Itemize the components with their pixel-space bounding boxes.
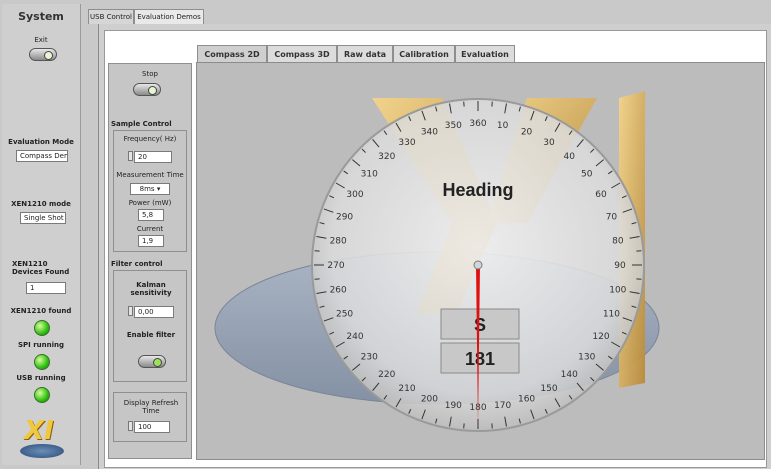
display-refresh-label: Display Refresh Time [123, 399, 179, 415]
tab-compass-2d[interactable]: Compass 2D [197, 45, 267, 62]
xen-found-led [34, 320, 50, 336]
display-refresh-input[interactable]: 100 [134, 421, 170, 433]
dial-number: 130 [578, 352, 595, 362]
dial-number: 330 [398, 138, 415, 148]
enable-filter-toggle[interactable] [138, 355, 166, 368]
dial-number: 250 [336, 310, 353, 320]
filter-control-group: Kalman sensitivity 0,00 Enable filter [113, 270, 187, 382]
kalman-sensitivity-input[interactable]: 0,00 [134, 306, 174, 318]
display-refresh-stepper[interactable] [128, 421, 133, 431]
evaluation-mode-label: Evaluation Mode [8, 138, 74, 146]
dial-number: 260 [330, 286, 347, 296]
dial-number: 270 [327, 261, 344, 271]
dial-number: 60 [595, 190, 607, 200]
devices-found-label: XEN1210 Devices Found [12, 260, 70, 276]
heading-title: Heading [442, 180, 513, 200]
dial-number: 10 [497, 121, 509, 131]
dial-number: 100 [609, 286, 626, 296]
dial-number: 170 [494, 401, 511, 411]
dial-number: 230 [361, 352, 378, 362]
display-refresh-group: Display Refresh Time 100 [113, 392, 187, 442]
tab-usb-control[interactable]: USB Control [88, 9, 134, 24]
stop-label: Stop [142, 70, 158, 78]
usb-running-label: USB running [16, 374, 66, 382]
measurement-time-value: 8ms [139, 185, 155, 193]
dial-number: 150 [540, 384, 557, 394]
tab-calibration[interactable]: Calibration [393, 45, 455, 62]
toggle-knob [148, 86, 157, 95]
devices-found-field: 1 [26, 282, 66, 294]
exit-button[interactable] [29, 48, 57, 61]
system-panel: System Exit Evaluation Mode Compass Demo… [2, 4, 81, 465]
stop-button[interactable] [133, 83, 161, 96]
dial-number: 320 [378, 152, 395, 162]
dial-number: 140 [561, 370, 578, 380]
power-field: 5,8 [138, 209, 164, 221]
compass-scene: 360 10 20 30 40 5060 70 80 90 100 110 120 130140 150 1… [214, 91, 660, 432]
dial-number: 210 [398, 384, 415, 394]
measurement-time-select[interactable]: 8ms ▾ [130, 183, 170, 195]
frequency-label: Frequency( Hz) [123, 135, 177, 143]
spi-running-led [34, 354, 50, 370]
chevron-down-icon: ▾ [156, 185, 161, 193]
dial-number: 90 [614, 261, 626, 271]
compass-display: 360 10 20 30 40 50 60 70 80 90 100 110 120 130 140 150 1… [196, 62, 765, 460]
dial-number: 200 [421, 394, 438, 404]
evaluation-mode-field[interactable]: Compass Demo [16, 150, 68, 162]
dial-number: 80 [612, 236, 624, 246]
tab-evaluation-demos[interactable]: Evaluation Demos [134, 9, 204, 24]
power-label: Power (mW) [128, 199, 172, 207]
frequency-stepper[interactable] [128, 151, 133, 161]
dial-number: 240 [346, 332, 363, 342]
dial-number: 350 [445, 121, 462, 131]
dial-number: 40 [564, 152, 576, 162]
xi-logo: XI [24, 416, 54, 446]
xen-found-label: XEN1210 found [10, 307, 72, 315]
sample-control-group: Frequency( Hz) 20 Measurement Time 8ms ▾… [113, 130, 187, 252]
dial-number: 30 [543, 138, 555, 148]
dial-number: 20 [521, 128, 533, 138]
dial-number: 50 [581, 170, 593, 180]
kalman-stepper[interactable] [128, 306, 133, 316]
dial-number: 280 [330, 236, 347, 246]
measurement-time-label: Measurement Time [116, 171, 184, 179]
dial-number: 340 [421, 128, 438, 138]
exit-label: Exit [34, 36, 48, 44]
enable-filter-label: Enable filter [126, 331, 176, 339]
logo-base [20, 444, 64, 458]
dial-number: 120 [592, 332, 609, 342]
controls-panel: Stop Sample Control Frequency( Hz) 20 Me… [108, 63, 192, 459]
dial-number: 190 [445, 401, 462, 411]
direction-readout: S [474, 315, 486, 335]
dial-number: 290 [336, 212, 353, 222]
current-label: Current [136, 225, 164, 233]
dial-number: 110 [603, 310, 620, 320]
heading-readout: 181 [465, 349, 495, 369]
current-field: 1,9 [138, 235, 164, 247]
tab-compass-3d[interactable]: Compass 3D [267, 45, 337, 62]
tab-evaluation[interactable]: Evaluation [455, 45, 515, 62]
tab-raw-data[interactable]: Raw data [337, 45, 393, 62]
dial-number: 220 [378, 370, 395, 380]
toggle-knob [44, 51, 53, 60]
kalman-sensitivity-label: Kalman sensitivity [130, 281, 172, 297]
toggle-knob [153, 358, 162, 367]
spi-running-label: SPI running [17, 341, 64, 349]
dial-number: 160 [518, 394, 535, 404]
frequency-input[interactable]: 20 [134, 151, 172, 163]
needle-hub [473, 260, 483, 270]
sample-control-title: Sample Control [111, 120, 172, 128]
dial-number: 300 [346, 190, 363, 200]
filter-control-title: Filter control [111, 260, 163, 268]
dial-number: 360 [469, 119, 486, 129]
usb-running-led [34, 387, 50, 403]
system-title: System [18, 10, 64, 23]
dial-number: 70 [606, 212, 618, 222]
xen-mode-label: XEN1210 mode [11, 200, 71, 208]
xen-mode-field[interactable]: Single Shot [20, 212, 66, 224]
dial-number: 310 [361, 170, 378, 180]
